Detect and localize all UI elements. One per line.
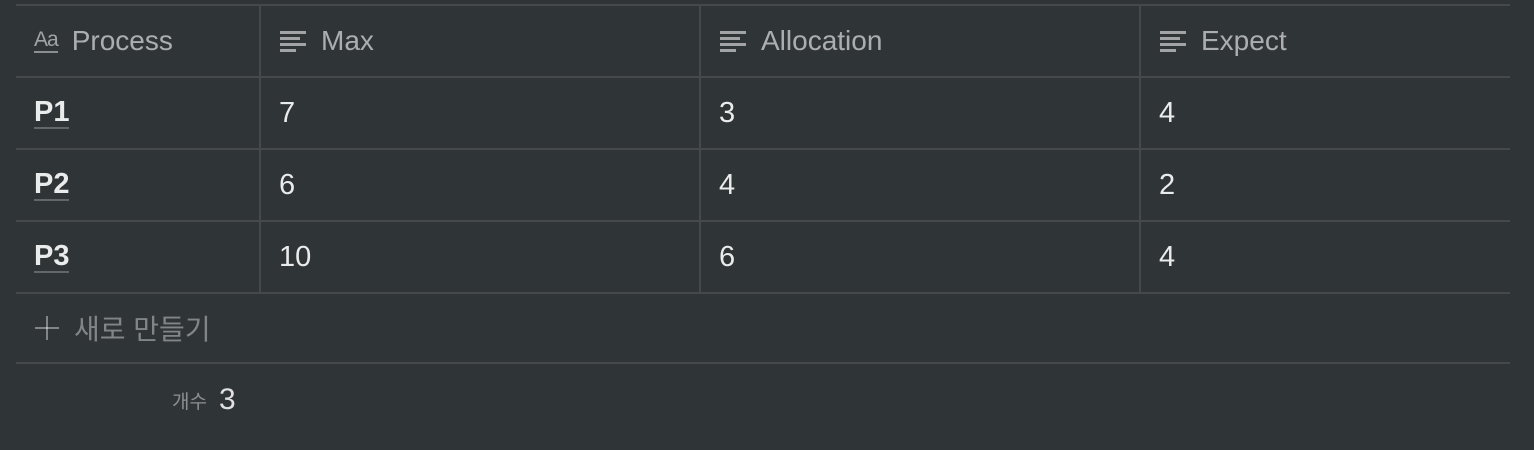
- title-aa-icon: Aa: [34, 27, 59, 53]
- table-row[interactable]: P1 7 3 4: [16, 76, 1510, 148]
- process-name[interactable]: P3: [34, 241, 70, 273]
- column-header-label: Expect: [1201, 25, 1287, 56]
- allocation-cell[interactable]: 3: [699, 78, 1139, 148]
- column-header-process[interactable]: Aa Process: [16, 6, 259, 76]
- column-header-label: Process: [71, 25, 173, 56]
- process-cell[interactable]: P1: [16, 78, 259, 148]
- text-lines-icon: [1159, 29, 1187, 53]
- table-header-row: Aa Process Max Allocation Expect: [16, 4, 1510, 76]
- allocation-cell[interactable]: 6: [699, 222, 1139, 292]
- table-row[interactable]: P3 10 6 4: [16, 220, 1510, 294]
- max-cell[interactable]: 7: [259, 78, 699, 148]
- column-header-label: Max: [321, 25, 374, 56]
- expect-cell[interactable]: 4: [1139, 78, 1510, 148]
- new-row-label: 새로 만들기: [74, 314, 211, 345]
- column-header-label: Allocation: [761, 25, 883, 56]
- calculation-footer[interactable]: 개수 3: [16, 364, 1510, 436]
- database-table: Aa Process Max Allocation Expect P1 7 3 …: [16, 4, 1510, 436]
- column-header-allocation[interactable]: Allocation: [699, 6, 1139, 76]
- count-value: 3: [218, 383, 236, 416]
- max-cell[interactable]: 6: [259, 150, 699, 220]
- text-lines-icon: [719, 29, 747, 53]
- allocation-cell[interactable]: 4: [699, 150, 1139, 220]
- expect-cell[interactable]: 4: [1139, 222, 1510, 292]
- expect-cell[interactable]: 2: [1139, 150, 1510, 220]
- column-header-expect[interactable]: Expect: [1139, 6, 1510, 76]
- plus-icon: [34, 315, 60, 341]
- new-row-button[interactable]: 새로 만들기: [16, 294, 1510, 364]
- table-row[interactable]: P2 6 4 2: [16, 148, 1510, 220]
- process-cell[interactable]: P3: [16, 222, 259, 292]
- max-cell[interactable]: 10: [259, 222, 699, 292]
- column-header-max[interactable]: Max: [259, 6, 699, 76]
- text-lines-icon: [279, 29, 307, 53]
- process-name[interactable]: P2: [34, 169, 70, 201]
- process-cell[interactable]: P2: [16, 150, 259, 220]
- process-name[interactable]: P1: [34, 97, 70, 129]
- count-label: 개수: [172, 391, 207, 413]
